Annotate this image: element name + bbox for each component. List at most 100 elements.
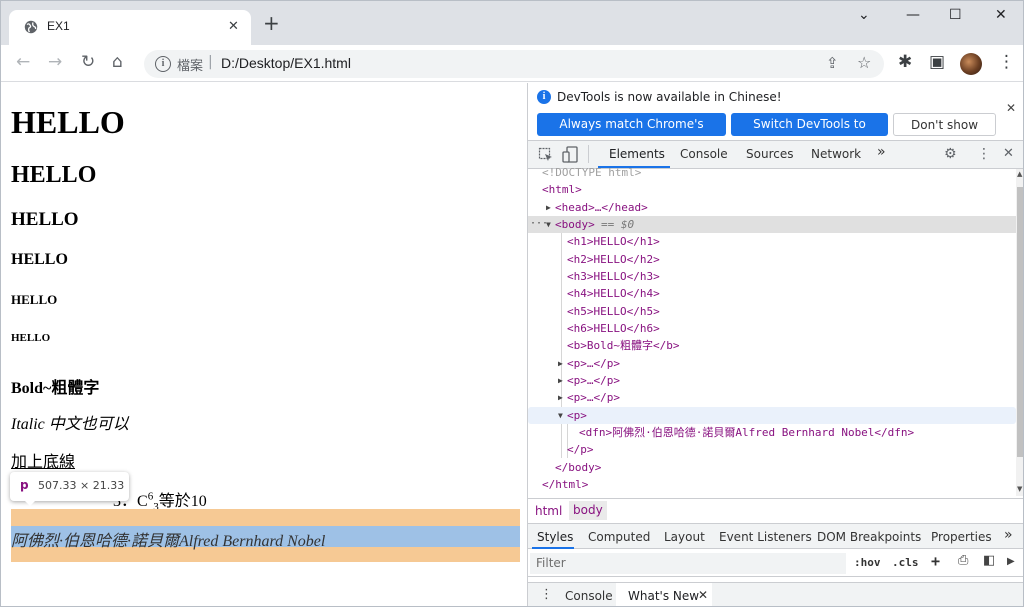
back-button[interactable]: ← — [16, 52, 30, 72]
infobar-message: DevTools is now available in Chinese! — [557, 90, 782, 104]
dom-node[interactable]: <h6>HELLO</h6> — [528, 320, 1016, 337]
devtools-drawer: ⋮ Console What's New ✕ — [528, 582, 1023, 606]
dom-node[interactable]: <h4>HELLO</h4> — [528, 285, 1016, 302]
more-tabs-icon[interactable]: » — [877, 144, 886, 160]
dom-node[interactable]: <h2>HELLO</h2> — [528, 251, 1016, 268]
dom-node[interactable]: ▶ <p>…</p> — [528, 355, 1016, 372]
drawer-tab-console[interactable]: Console — [565, 589, 613, 603]
computed-sidebar-icon[interactable]: ◧ — [983, 553, 995, 568]
dom-node[interactable]: <h1>HELLO</h1> — [528, 233, 1016, 250]
scroll-up-icon[interactable]: ▲ — [1017, 170, 1022, 178]
heading-h1: HELLO — [11, 104, 125, 140]
dom-node-hovered[interactable]: ▼ <p> — [528, 407, 1016, 424]
url-text[interactable]: D:/Desktop/EX1.html — [221, 55, 351, 71]
styles-filter-bar: Filter :hov .cls + ⎙ ◧ ▶ — [528, 550, 1023, 577]
title-bar: EX1 ✕ + ⌄ — ☐ ✕ — [1, 1, 1023, 45]
drawer-tab-whats-new[interactable]: What's New — [628, 589, 699, 603]
switch-chinese-button[interactable]: Switch DevTools to Chinese — [731, 113, 888, 154]
dom-node[interactable]: <h3>HELLO</h3> — [528, 268, 1016, 285]
active-styles-tab-indicator — [532, 547, 574, 549]
tab-styles[interactable]: Styles — [537, 530, 573, 544]
devtools-panel: i DevTools is now available in Chinese! … — [527, 83, 1023, 606]
browser-window: EX1 ✕ + ⌄ — ☐ ✕ ← → ↻ ⌂ i 檔案 | D:/Deskto… — [0, 0, 1024, 607]
dom-node[interactable]: <h5>HELLO</h5> — [528, 303, 1016, 320]
tab-network[interactable]: Network — [811, 147, 861, 161]
browser-toolbar: ← → ↻ ⌂ i 檔案 | D:/Desktop/EX1.html ⇪ ☆ ✱… — [1, 45, 1023, 82]
cls-button[interactable]: .cls — [892, 556, 919, 569]
side-panel-icon[interactable]: ▣ — [929, 52, 945, 72]
dom-node-selected[interactable]: ··· ▼ <body> == $0 — [528, 216, 1016, 233]
tab-event-listeners[interactable]: Event Listeners — [719, 530, 812, 544]
devtools-close-icon[interactable]: ✕ — [1003, 146, 1014, 161]
devtools-menu-icon[interactable]: ⋮ — [977, 146, 991, 162]
more-styles-tabs-icon[interactable]: » — [1004, 527, 1013, 543]
tab-close-icon[interactable]: ✕ — [228, 19, 239, 34]
new-tab-button[interactable]: + — [263, 13, 280, 33]
tab-elements[interactable]: Elements — [609, 147, 665, 161]
bookmark-star-icon[interactable]: ☆ — [857, 53, 871, 72]
drawer-tab-close-icon[interactable]: ✕ — [698, 588, 708, 602]
dom-node[interactable]: </p> — [528, 441, 1016, 458]
tab-computed[interactable]: Computed — [588, 530, 650, 544]
site-info-icon[interactable]: i — [155, 56, 171, 72]
drawer-menu-icon[interactable]: ⋮ — [540, 587, 553, 602]
dom-node[interactable]: <html> — [528, 181, 1016, 198]
minimize-button[interactable]: — — [906, 7, 920, 23]
tab-layout[interactable]: Layout — [664, 530, 705, 544]
dom-node[interactable]: ▶ <p>…</p> — [528, 372, 1016, 389]
extensions-icon[interactable]: ✱ — [898, 52, 912, 72]
chrome-menu-icon[interactable]: ⋮ — [998, 52, 1015, 72]
reload-button[interactable]: ↻ — [81, 52, 95, 72]
expand-triangle-icon[interactable]: ▶ — [558, 389, 563, 406]
forward-button[interactable]: → — [48, 52, 62, 72]
match-language-button[interactable]: Always match Chrome's language — [537, 113, 726, 154]
close-window-button[interactable]: ✕ — [995, 7, 1007, 23]
tab-sources[interactable]: Sources — [746, 147, 793, 161]
breadcrumb-body[interactable]: body — [569, 501, 607, 520]
device-toolbar-icon[interactable] — [562, 146, 578, 163]
dom-node[interactable]: <!DOCTYPE html> — [528, 164, 1016, 181]
home-button[interactable]: ⌂ — [112, 52, 123, 72]
tab-search-icon[interactable]: ⌄ — [858, 7, 870, 23]
breadcrumb-html[interactable]: html — [535, 504, 562, 518]
tab-dom-breakpoints[interactable]: DOM Breakpoints — [817, 530, 921, 544]
heading-h2: HELLO — [11, 162, 97, 188]
dom-node[interactable]: <dfn>阿佛烈·伯恩哈德·諾貝爾Alfred Bernhard Nobel</… — [528, 424, 1016, 441]
dom-tree[interactable]: <!DOCTYPE html> <html> ▶ <head>…</head> ·… — [528, 166, 1016, 496]
share-icon[interactable]: ⇪ — [826, 54, 839, 72]
scroll-right-icon[interactable]: ▶ — [1007, 556, 1015, 567]
browser-tab[interactable]: EX1 ✕ — [9, 10, 251, 45]
formula-end: 等於10 — [158, 493, 207, 510]
address-bar[interactable]: i 檔案 | D:/Desktop/EX1.html ⇪ ☆ — [144, 50, 884, 78]
heading-h3: HELLO — [11, 209, 79, 230]
dom-scrollbar[interactable]: ▲ ▼ — [1016, 169, 1023, 496]
dom-node[interactable]: ▶ <head>…</head> — [528, 199, 1016, 216]
maximize-button[interactable]: ☐ — [949, 7, 962, 23]
collapse-triangle-icon[interactable]: ▼ — [558, 407, 563, 424]
settings-gear-icon[interactable]: ⚙ — [944, 146, 957, 162]
infobar-close-icon[interactable]: ✕ — [1006, 101, 1016, 115]
profile-avatar[interactable] — [960, 53, 982, 75]
expand-triangle-icon[interactable]: ▶ — [558, 372, 563, 389]
inspect-element-icon[interactable] — [538, 147, 554, 163]
tooltip-tag: p — [20, 478, 29, 492]
dom-node[interactable]: <b>Bold~粗體字</b> — [528, 337, 1016, 354]
element-state-icon[interactable]: ⎙ — [958, 553, 968, 568]
collapse-triangle-icon[interactable]: ▼ — [546, 216, 551, 233]
hov-button[interactable]: :hov — [854, 556, 881, 569]
tab-title: EX1 — [47, 19, 70, 33]
tab-properties[interactable]: Properties — [931, 530, 992, 544]
styles-filter-input[interactable]: Filter — [530, 553, 846, 574]
tooltip-dimensions: 507.33 × 21.33 — [38, 479, 125, 492]
globe-icon — [24, 20, 38, 34]
tab-console[interactable]: Console — [680, 147, 728, 161]
dom-node[interactable]: </body> — [528, 459, 1016, 476]
scroll-thumb[interactable] — [1017, 187, 1023, 457]
expand-triangle-icon[interactable]: ▶ — [558, 355, 563, 372]
expand-triangle-icon[interactable]: ▶ — [546, 199, 551, 216]
dont-show-again-button[interactable]: Don't show again — [893, 113, 996, 155]
dom-node[interactable]: ▶ <p>…</p> — [528, 389, 1016, 406]
dom-node[interactable]: </html> — [528, 476, 1016, 493]
new-rule-button[interactable]: + — [931, 552, 940, 570]
scroll-down-icon[interactable]: ▼ — [1017, 485, 1022, 493]
